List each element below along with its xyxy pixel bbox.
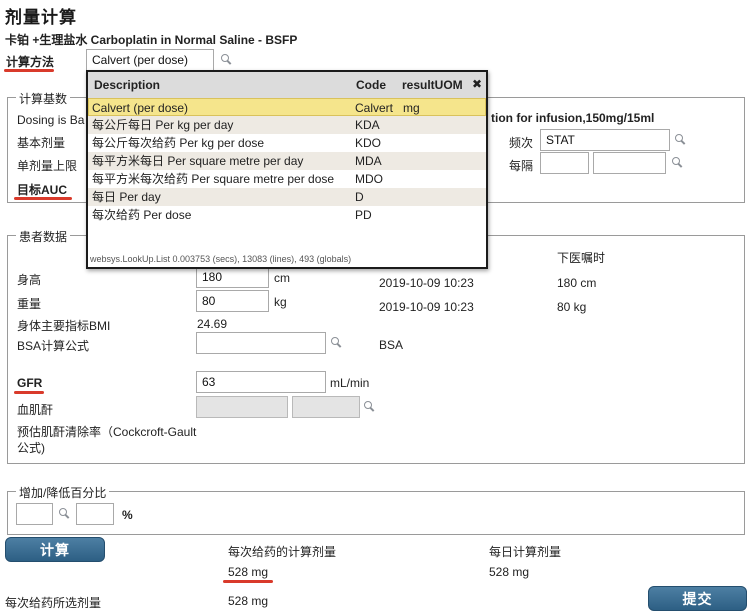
lookup-row-description: 每日 Per day [92,190,161,204]
clearance-label-line2: 公式) [17,441,45,455]
lookup-row[interactable]: 每公斤每日 Per kg per day KDA [88,116,486,134]
lookup-row[interactable]: 每日 Per day D [88,188,486,206]
lookup-row-code: KDO [355,136,382,150]
selected-dose-value: 528 mg [228,594,269,608]
calculate-button[interactable]: 计算 [5,537,105,562]
drug-title: 卡铂 +生理盐水 Carboplatin in Normal Saline - … [5,33,298,47]
lookup-footer: websys.LookUp.List 0.003753 (secs), 1308… [90,254,352,264]
bsa-formula-input[interactable] [196,332,326,354]
weight-label: 重量 [17,297,42,311]
frequency-search-icon[interactable] [675,134,685,144]
dosing-text-right: tion for infusion,150mg/15ml [491,111,655,125]
adjust-percent-search-icon[interactable] [59,508,69,518]
weight-date: 2019-10-09 10:23 [379,300,474,314]
interval-search-icon[interactable] [672,157,682,167]
lookup-header: Description Code resultUOM ✖ [88,72,486,98]
lookup-row-description: 每公斤每次给药 Per kg per dose [92,136,265,150]
lookup-row[interactable]: 每平方米每日 Per square metre per day MDA [88,152,486,170]
weight-unit: kg [274,295,287,309]
basic-dose-label: 基本剂量 [17,136,66,150]
bsa-formula-label: BSA计算公式 [17,339,90,353]
lookup-row[interactable]: 每平方米每次给药 Per square metre per dose MDO [88,170,486,188]
bsa-formula-search-icon[interactable] [331,337,341,347]
lookup-header-uom: resultUOM [402,78,463,92]
lookup-row-code: MDA [355,154,382,168]
patient-data-legend: 患者数据 [16,228,71,245]
interval-number-input[interactable] [540,152,589,174]
calc-basis-legend: 计算基数 [16,90,71,107]
lookup-row[interactable]: 每公斤每次给药 Per kg per dose KDO [88,134,486,152]
lookup-row-code: PD [355,208,372,222]
interval-label: 每隔 [509,159,534,173]
bsa-text: BSA [379,338,404,352]
calc-method-input[interactable]: Calvert (per dose) [86,49,214,71]
selected-dose-label: 每次给药所选剂量 [5,596,102,610]
weight-last-value: 80 kg [557,300,587,314]
daily-calc-label: 每日计算剂量 [489,545,562,559]
clearance-label-line1: 预估肌酐清除率（Cockcroft-Gault [17,425,197,439]
bmi-value: 24.69 [197,317,228,331]
lookup-header-description: Description [94,78,161,92]
frequency-input[interactable]: STAT [540,129,670,151]
calc-method-underline [4,69,54,72]
height-last-value: 180 cm [557,276,597,290]
target-auc-label: 目标AUC [17,183,67,197]
calc-method-lookup-popup: Description Code resultUOM ✖ Calvert (pe… [86,70,488,269]
submit-button[interactable]: 提交 [648,586,747,611]
lookup-row-uom: mg [403,101,420,115]
bmi-label: 身体主要指标BMI [17,319,111,333]
frequency-label: 频次 [509,136,534,150]
adjust-percent-input-1[interactable] [16,503,53,525]
dosing-text-left: Dosing is Ba [17,113,85,127]
lookup-row-description: 每公斤每日 Per kg per day [92,118,234,132]
calc-method-label: 计算方法 [6,55,55,69]
height-input[interactable]: 180 [196,266,269,288]
daily-calc-value: 528 mg [489,565,530,579]
interval-unit-input[interactable] [593,152,666,174]
lookup-row-code: D [355,190,364,204]
adjust-percent-group [7,491,745,535]
adjust-percent-input-2[interactable] [76,503,114,525]
per-dose-calc-label: 每次给药的计算剂量 [228,545,337,559]
weight-input[interactable]: 80 [196,290,269,312]
gfr-input[interactable]: 63 [196,371,326,393]
lookup-row[interactable]: Calvert (per dose) Calvert mg [88,98,486,116]
height-date: 2019-10-09 10:23 [379,276,474,290]
adjust-percent-legend: 增加/降低百分比 [16,484,110,501]
page-title: 剂量计算 [5,8,77,27]
height-unit: cm [274,271,290,285]
creatinine-input [196,396,288,418]
calc-method-search-icon[interactable] [221,54,231,64]
lookup-row-description: Calvert (per dose) [92,101,189,115]
lookup-row-code: Calvert [355,101,394,115]
gfr-unit: mL/min [330,376,370,390]
creatinine-unit-input [292,396,360,418]
gfr-underline [14,391,44,394]
lookup-row-description: 每平方米每次给药 Per square metre per dose [92,172,335,186]
single-dose-max-label: 单剂量上限 [17,159,78,173]
creatinine-label: 血肌酐 [17,403,54,417]
last-order-header: 下医嘱时 [557,251,606,265]
creatinine-search-icon[interactable] [364,401,374,411]
lookup-row[interactable]: 每次给药 Per dose PD [88,206,486,224]
percent-sign: % [122,508,133,522]
lookup-row-code: MDO [355,172,383,186]
per-dose-calc-value: 528 mg [228,565,269,579]
lookup-close-icon[interactable]: ✖ [472,77,482,91]
height-label: 身高 [17,273,42,287]
lookup-row-description: 每次给药 Per dose [92,208,192,222]
lookup-row-description: 每平方米每日 Per square metre per day [92,154,304,168]
lookup-header-code: Code [356,78,386,92]
per-dose-calc-underline [223,580,273,583]
target-auc-underline [14,197,72,200]
lookup-row-code: KDA [355,118,380,132]
gfr-label: GFR [17,376,43,390]
